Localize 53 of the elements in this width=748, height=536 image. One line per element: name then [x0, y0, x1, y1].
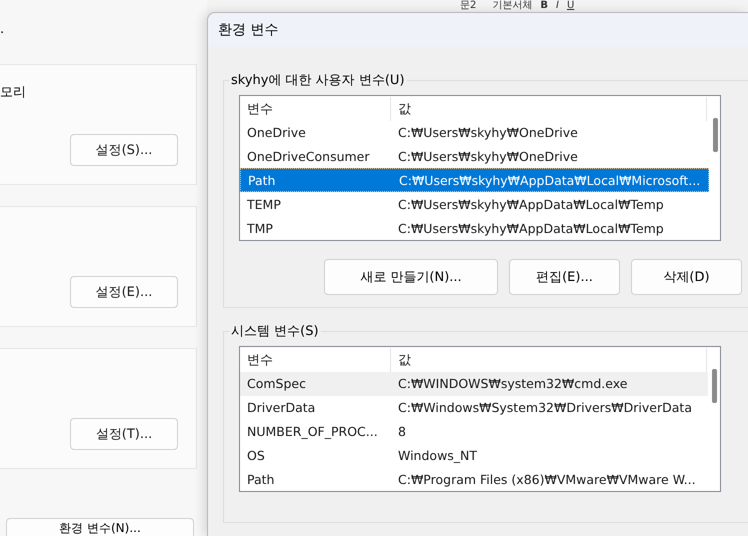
column-header[interactable]: 변수: [240, 97, 391, 121]
settings-button[interactable]: 설정(E)...: [70, 276, 178, 308]
format-toggle[interactable]: B: [540, 0, 548, 12]
variable-row[interactable]: OneDrive C:₩Users₩skyhy₩OneDrive: [240, 120, 709, 145]
variable-row[interactable]: DriverData C:₩Windows₩System32₩Drivers₩DriverData: [240, 396, 708, 420]
variable-value: C:₩Program Files (x86)₩VMware₩VMware W...: [397, 470, 697, 489]
variable-row[interactable]: ComSpec C:₩WINDOWS₩system32₩cmd.exe: [240, 372, 708, 396]
group-title: 시스템 변수(S): [230, 323, 320, 340]
dialog-button[interactable]: 편집(E)...: [509, 259, 620, 295]
heading-text: .: [0, 22, 4, 37]
variable-name: DriverData: [246, 399, 316, 418]
variable-row[interactable]: Path C:₩Program Files (x86)₩VMware₩VMware W...: [240, 467, 708, 491]
variable-row[interactable]: OneDriveConsumer C:₩Users₩skyhy₩OneDrive: [240, 144, 709, 168]
variable-row[interactable]: TMP C:₩Users₩skyhy₩AppData₩Local₩Temp: [240, 216, 709, 240]
environment-variables-button[interactable]: 환경 변수(N)...: [6, 518, 194, 536]
variable-list[interactable]: [239, 95, 721, 241]
variable-list[interactable]: 변수 값 ComSpec C:₩WINDOWS₩system32₩cmd.exe DriverData C:₩Windows₩System32₩Drivers₩DriverData NUMBER_OF_PROC... 8 OS Windows_NT Path C:₩Program Files (x86)₩VMware₩VMware W...: [239, 346, 721, 492]
variable-name: TEMP: [246, 196, 282, 214]
dialog-button[interactable]: 새로 만들기(N)...: [324, 259, 498, 295]
variable-value: C:₩Users₩skyhy₩OneDrive: [397, 148, 579, 166]
style-name[interactable]: 문2: [460, 0, 476, 12]
format-toggle[interactable]: I: [556, 0, 559, 12]
variable-value: Windows_NT: [397, 446, 478, 465]
variable-value: C:₩Users₩skyhy₩AppData₩Local₩Temp: [397, 220, 665, 238]
font-name[interactable]: 기본서체: [492, 0, 532, 12]
window-title: 환경 변수: [218, 21, 278, 39]
format-toggle[interactable]: U: [566, 0, 574, 12]
variable-value: C:₩Users₩skyhy₩AppData₩Local₩Temp: [397, 196, 665, 214]
variable-name: Path: [247, 172, 276, 190]
settings-button[interactable]: 설정(S)...: [70, 134, 178, 166]
variable-name: TMP: [246, 220, 274, 238]
variable-row[interactable]: OS Windows_NT: [240, 443, 708, 468]
card-label: 모리: [0, 84, 27, 101]
scrollbar-thumb[interactable]: [712, 118, 718, 152]
variable-value: C:₩Users₩skyhy₩OneDrive: [397, 124, 579, 142]
dialog-button[interactable]: 삭제(D): [631, 259, 742, 295]
variable-name: Path: [246, 470, 276, 489]
variable-name: OneDriveConsumer: [246, 148, 371, 166]
variable-value: C:₩Windows₩System32₩Drivers₩DriverData: [397, 399, 693, 418]
column-header[interactable]: 값: [391, 97, 707, 121]
variable-name: NUMBER_OF_PROC...: [246, 422, 379, 441]
variable-row[interactable]: NUMBER_OF_PROC... 8: [240, 419, 708, 444]
variable-name: OneDrive: [246, 124, 307, 142]
variable-name: ComSpec: [246, 375, 307, 394]
variable-name: OS: [246, 446, 266, 465]
settings-button[interactable]: 설정(T)...: [70, 418, 178, 450]
variable-value: C:₩Users₩skyhy₩AppData₩Local₩Microsoft...: [398, 172, 702, 190]
group-title: skyhy에 대한 사용자 변수(U): [230, 72, 406, 89]
variable-value: C:₩WINDOWS₩system32₩cmd.exe: [397, 375, 628, 394]
variable-value: 8: [397, 422, 407, 441]
scrollbar-thumb[interactable]: [712, 369, 716, 403]
variable-row[interactable]: Path C:₩Users₩skyhy₩AppData₩Local₩Microsoft...: [240, 168, 709, 192]
variable-row[interactable]: TEMP C:₩Users₩skyhy₩AppData₩Local₩Temp: [240, 192, 709, 216]
